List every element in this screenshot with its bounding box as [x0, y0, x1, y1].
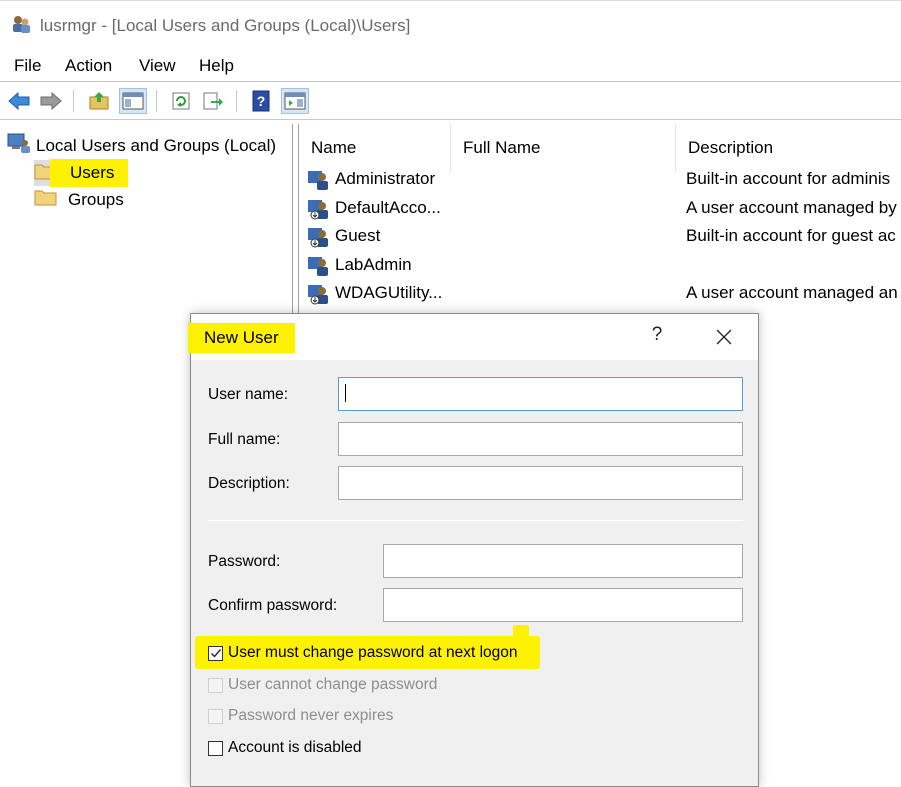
menu-divider: [0, 81, 901, 82]
cell-description: A user account managed by: [686, 198, 897, 217]
help-button[interactable]: ?: [643, 324, 671, 346]
full-name-label: Full name:: [208, 431, 281, 448]
cell-name: Administrator: [335, 169, 436, 188]
user-disabled-icon: [307, 198, 331, 220]
cell-name: Guest: [335, 226, 381, 245]
dialog-title: New User: [188, 323, 295, 353]
toolbar-separator: [156, 90, 157, 112]
cell-description: Built-in account for guest ac: [686, 226, 896, 245]
full-name-input[interactable]: [338, 422, 743, 456]
account-disabled-checkbox[interactable]: Account is disabled: [208, 739, 362, 757]
checkbox-label: Password never expires: [228, 707, 394, 724]
up-folder-icon[interactable]: [85, 88, 113, 114]
menu-action[interactable]: Action: [65, 52, 112, 76]
cannot-change-password-checkbox[interactable]: User cannot change password: [208, 676, 437, 694]
user-name-input[interactable]: [338, 377, 743, 411]
back-arrow-icon[interactable]: [5, 88, 33, 114]
table-row[interactable]: DefaultAcco... A user account managed by: [299, 195, 901, 223]
menu-bar: File Action View Help: [0, 52, 901, 80]
refresh-icon[interactable]: [167, 88, 195, 114]
export-list-icon[interactable]: [199, 88, 227, 114]
close-icon: [716, 329, 732, 345]
section-divider: [208, 520, 743, 521]
menu-view[interactable]: View: [139, 52, 176, 76]
confirm-password-label: Confirm password:: [208, 597, 338, 614]
description-input[interactable]: [338, 466, 743, 500]
password-never-expires-checkbox[interactable]: Password never expires: [208, 707, 393, 725]
window-title: lusrmgr - [Local Users and Groups (Local…: [40, 16, 411, 35]
column-header-name[interactable]: Name: [299, 124, 451, 172]
toolbar-divider: [0, 119, 901, 120]
user-disabled-icon: [307, 226, 331, 248]
tree-item-users-label: Users: [50, 159, 129, 187]
checkmark-icon: [210, 649, 221, 658]
toolbar-separator: [236, 90, 237, 112]
tree-root-label: Local Users and Groups (Local): [36, 135, 277, 155]
column-header-description[interactable]: Description: [676, 124, 901, 172]
cell-name: LabAdmin: [335, 255, 412, 274]
cell-description: A user account managed an: [686, 283, 898, 302]
folder-icon: [34, 187, 58, 212]
tree-root[interactable]: Local Users and Groups (Local): [6, 132, 280, 159]
text-caret: [345, 384, 346, 402]
svg-text:?: ?: [257, 93, 266, 109]
show-action-pane-icon[interactable]: [281, 88, 309, 114]
cell-description: Built-in account for adminis: [686, 169, 891, 188]
must-change-password-checkbox[interactable]: User must change password at next logon: [208, 644, 518, 662]
password-label: Password:: [208, 553, 281, 570]
checkbox-box[interactable]: [208, 708, 223, 724]
toolbar: ?: [0, 84, 901, 118]
computer-users-icon: [6, 132, 32, 159]
help-icon[interactable]: ?: [247, 88, 275, 114]
show-hide-tree-icon[interactable]: [119, 88, 147, 114]
table-row[interactable]: WDAGUtility... A user account managed an: [299, 280, 901, 308]
user-name-label: User name:: [208, 386, 289, 403]
close-button[interactable]: [707, 322, 741, 352]
users-mmc-icon: [10, 14, 32, 36]
checkbox-box[interactable]: [208, 645, 223, 661]
cell-name: DefaultAcco...: [335, 198, 441, 217]
toolbar-separator: [73, 90, 74, 112]
tree-item-groups-label: Groups: [68, 189, 124, 209]
new-user-dialog: New User ? User name: Full name: Descrip…: [188, 313, 759, 787]
cell-name: WDAGUtility...: [335, 283, 443, 302]
title-bar: lusrmgr - [Local Users and Groups (Local…: [0, 0, 901, 50]
tree-item-users[interactable]: Users: [34, 159, 129, 187]
table-row[interactable]: Administrator Built-in account for admin…: [299, 166, 901, 194]
forward-arrow-icon[interactable]: [37, 88, 65, 114]
table-row[interactable]: Guest Built-in account for guest ac: [299, 223, 901, 251]
highlight-mark: [513, 625, 529, 641]
user-icon: [307, 169, 331, 191]
checkbox-box[interactable]: [208, 677, 223, 693]
user-disabled-icon: [307, 283, 331, 305]
password-input[interactable]: [383, 544, 743, 578]
tree-item-groups[interactable]: Groups: [34, 187, 128, 212]
confirm-password-input[interactable]: [383, 588, 743, 622]
checkbox-box[interactable]: [208, 740, 223, 756]
checkbox-label: User cannot change password: [228, 676, 438, 693]
table-row[interactable]: LabAdmin: [299, 252, 901, 280]
description-label: Description:: [208, 475, 290, 492]
user-icon: [307, 255, 331, 277]
checkbox-label: User must change password at next logon: [228, 644, 518, 661]
column-header-full-name[interactable]: Full Name: [451, 124, 676, 172]
checkbox-label: Account is disabled: [228, 739, 362, 756]
menu-help[interactable]: Help: [199, 52, 234, 76]
menu-file[interactable]: File: [14, 52, 41, 76]
dialog-title-bar: New User ?: [188, 314, 758, 360]
